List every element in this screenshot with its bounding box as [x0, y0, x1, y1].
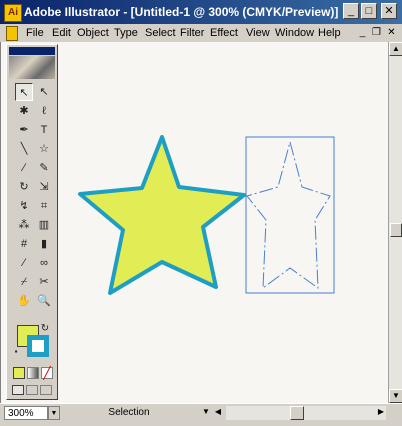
swap-fill-stroke-icon[interactable]: ↻: [39, 323, 51, 335]
horizontal-scrollbar[interactable]: [226, 406, 386, 420]
scissors-tool-icon[interactable]: ✂: [35, 273, 53, 291]
status-menu-icon[interactable]: ▼: [200, 406, 212, 418]
selection-bounding-box[interactable]: [245, 136, 335, 294]
slice-tool-icon[interactable]: ⌿: [15, 273, 33, 291]
type-tool-icon[interactable]: T: [35, 121, 53, 139]
menu-view[interactable]: View: [246, 27, 270, 39]
line-tool-icon[interactable]: ╲: [15, 140, 33, 158]
doc-restore-button[interactable]: ❐: [370, 26, 383, 39]
symbol-sprayer-tool-icon[interactable]: ⁂: [15, 216, 33, 234]
scroll-right-icon[interactable]: ▶: [375, 406, 387, 418]
filled-star-shape[interactable]: [78, 135, 246, 295]
illustrator-icon[interactable]: Ai: [4, 4, 22, 22]
vertical-scroll-thumb[interactable]: [390, 223, 402, 237]
pen-tool-icon[interactable]: ✒: [15, 121, 33, 139]
close-button[interactable]: ✕: [381, 3, 397, 19]
direct-selection-tool-icon[interactable]: ↖: [35, 83, 53, 101]
menu-window[interactable]: Window: [275, 27, 314, 39]
maximize-button[interactable]: □: [361, 3, 377, 19]
toolbox-panel[interactable]: ↖ ↖ ✱ ℓ ✒ T ╲ ☆ ∕ ✎ ↻ ⇲ ↯ ⌗ ⁂ ▥ # ▮ ⁄ ∞ ⌿ ✂ ✋ 🔍 ↻ ▪ ╱: [6, 44, 58, 400]
vertical-scrollbar[interactable]: ▲ ▼: [388, 42, 402, 403]
warp-tool-icon[interactable]: ↯: [15, 197, 33, 215]
blend-tool-icon[interactable]: ∞: [35, 254, 53, 272]
none-mode-icon[interactable]: ╱: [41, 367, 53, 379]
status-bar: 300% ▼ Selection ▼ ◀ ▶: [0, 403, 402, 426]
standard-screen-mode-icon[interactable]: [12, 385, 24, 395]
full-screen-menu-mode-icon[interactable]: [26, 385, 38, 395]
lasso-tool-icon[interactable]: ℓ: [35, 102, 53, 120]
hand-tool-icon[interactable]: ✋: [15, 292, 33, 310]
graph-tool-icon[interactable]: ▥: [35, 216, 53, 234]
menu-type[interactable]: Type: [114, 27, 138, 39]
toolbox-title-bar[interactable]: [9, 47, 55, 55]
free-transform-tool-icon[interactable]: ⌗: [35, 197, 53, 215]
zoom-level-field[interactable]: 300%: [4, 406, 48, 420]
menu-select[interactable]: Select: [145, 27, 176, 39]
pencil-tool-icon[interactable]: ✎: [35, 159, 53, 177]
artwork-canvas[interactable]: [60, 42, 388, 403]
scroll-up-icon[interactable]: ▲: [389, 42, 402, 56]
mesh-tool-icon[interactable]: #: [15, 235, 33, 253]
menu-file[interactable]: File: [26, 27, 44, 39]
document-icon[interactable]: [6, 26, 18, 41]
menu-edit[interactable]: Edit: [52, 27, 71, 39]
menu-bar: File Edit Object Type Select Filter Effe…: [0, 24, 402, 43]
eyedropper-tool-icon[interactable]: ⁄: [15, 254, 33, 272]
window-title: Adobe Illustrator - [Untitled-1 @ 300% (…: [24, 5, 339, 19]
scroll-down-icon[interactable]: ▼: [389, 389, 402, 403]
magic-wand-tool-icon[interactable]: ✱: [15, 102, 33, 120]
adobe-logo[interactable]: [9, 56, 55, 79]
menu-help[interactable]: Help: [318, 27, 341, 39]
gradient-tool-icon[interactable]: ▮: [35, 235, 53, 253]
status-text: Selection: [108, 407, 150, 418]
menu-effect[interactable]: Effect: [210, 27, 238, 39]
paintbrush-tool-icon[interactable]: ∕: [15, 159, 33, 177]
zoom-dropdown-icon[interactable]: ▼: [48, 406, 60, 420]
outline-star-shape[interactable]: [246, 140, 331, 290]
stroke-swatch[interactable]: [27, 335, 49, 357]
color-mode-icon[interactable]: [13, 367, 25, 379]
scale-tool-icon[interactable]: ⇲: [35, 178, 53, 196]
zoom-tool-icon[interactable]: 🔍: [35, 292, 53, 310]
minimize-button[interactable]: _: [343, 3, 359, 19]
star-tool-icon[interactable]: ☆: [35, 140, 53, 158]
full-screen-mode-icon[interactable]: [40, 385, 52, 395]
doc-close-button[interactable]: ✕: [385, 26, 398, 39]
title-bar: Ai Adobe Illustrator - [Untitled-1 @ 300…: [0, 0, 402, 24]
default-colors-icon[interactable]: ▪: [11, 347, 21, 357]
doc-minimize-button[interactable]: _: [356, 26, 369, 39]
horizontal-scroll-thumb[interactable]: [290, 406, 304, 420]
gradient-mode-icon[interactable]: [27, 367, 39, 379]
scroll-left-icon[interactable]: ◀: [212, 406, 224, 418]
selection-tool-icon[interactable]: ↖: [15, 83, 33, 101]
rotate-tool-icon[interactable]: ↻: [15, 178, 33, 196]
menu-object[interactable]: Object: [77, 27, 109, 39]
menu-filter[interactable]: Filter: [180, 27, 204, 39]
